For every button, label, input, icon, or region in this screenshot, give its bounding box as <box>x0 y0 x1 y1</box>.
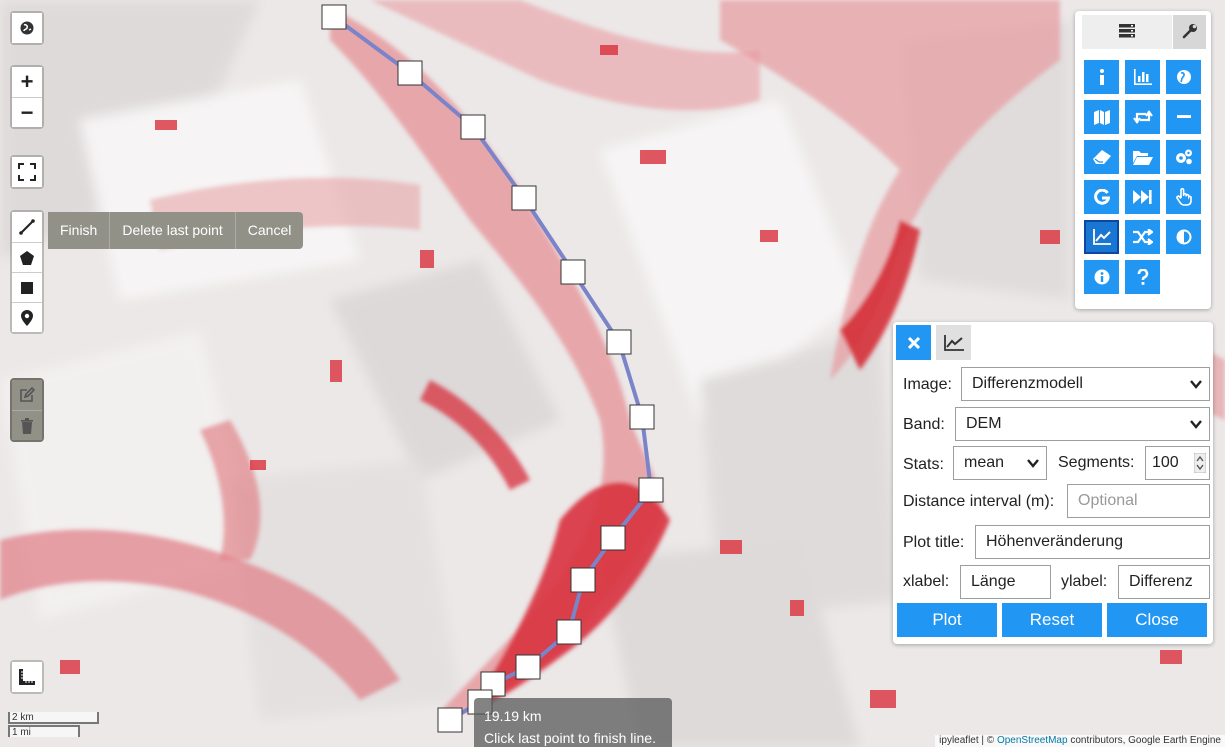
question-icon[interactable] <box>1125 260 1160 294</box>
band-select-value: DEM <box>966 415 1002 432</box>
layers-tab[interactable] <box>1082 15 1172 49</box>
folder-open-icon[interactable] <box>1125 140 1160 174</box>
chevron-down-icon <box>1190 380 1202 389</box>
close-icon <box>907 336 920 349</box>
plot-title-label: Plot title: <box>903 534 965 551</box>
distance-interval-input[interactable]: Optional <box>1067 484 1210 518</box>
plot-title-input[interactable]: Höhenveränderung <box>975 525 1210 559</box>
close-panel-button[interactable] <box>896 325 931 360</box>
globe-icon[interactable] <box>1166 60 1201 94</box>
plot-button[interactable]: Plot <box>897 603 997 637</box>
edit-icon[interactable] <box>12 380 42 410</box>
spinner-icon[interactable] <box>1194 453 1206 473</box>
ruler-icon[interactable] <box>12 662 42 692</box>
draw-toolbar <box>10 210 44 334</box>
xlabel-input[interactable]: Länge <box>960 565 1051 599</box>
eraser-icon[interactable] <box>1084 140 1119 174</box>
stats-label: Stats: <box>903 456 944 473</box>
zoom-control: + − <box>10 65 44 129</box>
trash-icon[interactable] <box>12 410 42 440</box>
fullscreen-icon[interactable] <box>12 157 42 187</box>
map-icon[interactable] <box>1084 100 1119 134</box>
marker-icon[interactable] <box>12 302 42 332</box>
tools-tab[interactable] <box>1173 15 1206 49</box>
google-icon[interactable] <box>1084 180 1119 214</box>
tooltip-hint: Click last point to finish line. <box>484 730 656 746</box>
basemap-control[interactable] <box>10 11 44 45</box>
toolbar-tabs <box>1075 11 1211 55</box>
ylabel-input[interactable]: Differenz <box>1118 565 1210 599</box>
plot-transect-panel: Image: Differenzmodell Band: DEM Stats: … <box>893 322 1213 644</box>
hand-pointer-icon[interactable] <box>1166 180 1201 214</box>
stats-select[interactable]: mean <box>953 446 1047 480</box>
line-chart-icon <box>943 334 964 351</box>
layers-icon <box>1119 23 1135 41</box>
distance-interval-label: Distance interval (m): <box>903 493 1055 510</box>
tooltip-distance: 19.19 km <box>484 708 542 724</box>
fast-forward-icon[interactable] <box>1125 180 1160 214</box>
ylabel-label: ylabel: <box>1061 573 1108 590</box>
delete-last-point-button[interactable]: Delete last point <box>109 212 234 249</box>
measure-tooltip: 19.19 km Click last point to finish line… <box>474 698 672 747</box>
draw-actions: Finish Delete last point Cancel <box>48 212 304 249</box>
reset-button[interactable]: Reset <box>1002 603 1102 637</box>
band-label: Band: <box>903 416 945 433</box>
adjust-icon[interactable] <box>1166 220 1201 254</box>
line-chart-icon[interactable] <box>1084 220 1119 254</box>
zoom-in-button[interactable]: + <box>12 67 42 97</box>
info-icon[interactable] <box>1084 60 1119 94</box>
zoom-out-button[interactable]: − <box>12 97 42 127</box>
info-circle-icon[interactable] <box>1084 260 1119 294</box>
scale-metric: 2 km <box>8 712 99 724</box>
bar-chart-icon[interactable] <box>1125 60 1160 94</box>
band-select[interactable]: DEM <box>955 407 1210 441</box>
finish-button[interactable]: Finish <box>48 212 109 249</box>
segments-label: Segments: <box>1058 454 1135 471</box>
edit-toolbar <box>10 378 44 442</box>
measure-control[interactable] <box>10 660 44 694</box>
minus-icon[interactable] <box>1166 100 1201 134</box>
xlabel-label: xlabel: <box>903 573 950 590</box>
polygon-icon[interactable] <box>12 242 42 272</box>
wrench-icon <box>1182 23 1198 42</box>
stats-select-value: mean <box>964 454 1005 471</box>
segments-value: 100 <box>1152 454 1179 471</box>
close-button[interactable]: Close <box>1107 603 1207 637</box>
polyline-icon[interactable] <box>12 212 42 242</box>
fullscreen-control[interactable] <box>10 155 44 189</box>
rectangle-icon[interactable] <box>12 272 42 302</box>
globe-icon[interactable] <box>12 13 42 43</box>
chevron-down-icon <box>1190 420 1202 429</box>
cancel-button[interactable]: Cancel <box>234 212 304 249</box>
segments-input[interactable]: 100 <box>1145 446 1210 480</box>
image-select-value: Differenzmodell <box>972 375 1083 392</box>
image-select[interactable]: Differenzmodell <box>961 367 1210 401</box>
toolbar-panel <box>1075 11 1211 309</box>
gears-icon[interactable] <box>1166 140 1201 174</box>
line-chart-toggle-button[interactable] <box>936 325 971 360</box>
retweet-icon[interactable] <box>1125 100 1160 134</box>
image-label: Image: <box>903 376 952 393</box>
attribution-suffix: contributors, Google Earth Engine <box>1067 735 1221 746</box>
scale-imperial: 1 mi <box>8 725 80 738</box>
attribution: ipyleaflet | © OpenStreetMap contributor… <box>935 735 1225 747</box>
random-icon[interactable] <box>1125 220 1160 254</box>
chevron-down-icon <box>1027 459 1039 468</box>
scale-bar: 2 km 1 mi <box>8 712 99 738</box>
attribution-prefix: ipyleaflet | © <box>939 735 997 746</box>
osm-link[interactable]: OpenStreetMap <box>997 735 1068 746</box>
